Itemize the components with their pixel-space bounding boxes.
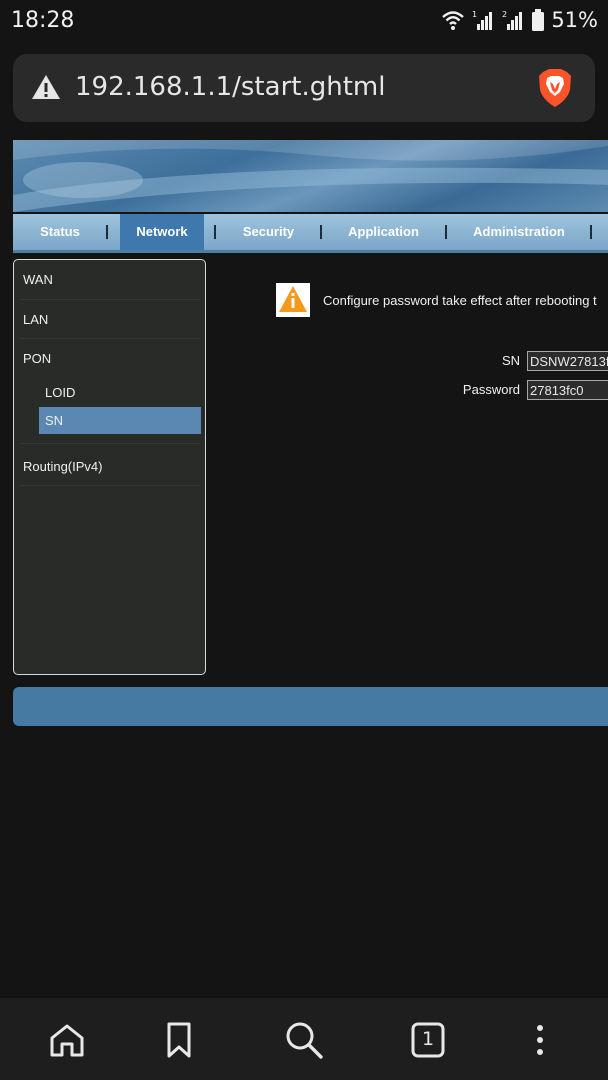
sidebar-divider <box>20 485 200 486</box>
nav-separator <box>590 225 592 239</box>
svg-text:1: 1 <box>472 10 477 19</box>
battery-icon <box>532 9 545 31</box>
header-banner <box>13 140 608 212</box>
nav-separator <box>320 225 322 239</box>
status-bar: 18:28 1 2 51% <box>0 0 608 44</box>
warning-icon[interactable] <box>31 74 61 100</box>
battery-percent: 51% <box>551 8 598 32</box>
sidebar-subitem-sn[interactable]: SN <box>45 413 63 428</box>
status-time: 18:28 <box>11 8 75 33</box>
nav-separator <box>445 225 447 239</box>
notice-text: Configure password take effect after reb… <box>323 293 597 308</box>
bookmark-icon[interactable] <box>157 1018 201 1062</box>
nav-tab-security[interactable]: Security <box>221 214 316 250</box>
sidebar-item-wan[interactable]: WAN <box>23 272 53 287</box>
nav-separator <box>214 225 216 239</box>
sidebar-item-lan[interactable]: LAN <box>23 312 48 327</box>
status-icons: 1 2 51% <box>441 8 598 32</box>
browser-bottom-bar: 1 <box>0 998 608 1080</box>
signal-2-icon: 2 <box>502 10 523 30</box>
sidebar-subitem-sn-highlight[interactable] <box>39 407 201 434</box>
banner-swoosh <box>13 140 608 212</box>
tabs-button[interactable]: 1 <box>406 1018 450 1062</box>
home-icon[interactable] <box>45 1018 89 1062</box>
sidebar-item-pon[interactable]: PON <box>23 351 51 366</box>
password-input[interactable] <box>527 380 608 400</box>
search-icon[interactable] <box>282 1018 326 1062</box>
url-bar[interactable]: 192.168.1.1/start.ghtml <box>13 54 595 122</box>
sidebar-divider <box>20 299 200 300</box>
signal-1-icon: 1 <box>472 10 493 30</box>
nav-separator <box>106 225 108 239</box>
wifi-icon <box>442 11 465 30</box>
url-text[interactable]: 192.168.1.1/start.ghtml <box>75 72 385 102</box>
info-warning-icon <box>276 283 310 317</box>
nav-tab-administration[interactable]: Administration <box>453 214 585 250</box>
sidebar-menu: WAN LAN PON LOID SN Routing(IPv4) <box>13 259 206 675</box>
svg-text:2: 2 <box>502 10 507 19</box>
more-menu-icon[interactable] <box>518 1018 562 1062</box>
nav-tab-application[interactable]: Application <box>326 214 441 250</box>
web-page: Status Network Security Application Admi… <box>0 136 608 998</box>
nav-tab-network[interactable]: Network <box>120 214 204 250</box>
sn-label: SN <box>501 353 520 368</box>
sidebar-divider <box>20 443 200 444</box>
main-nav: Status Network Security Application Admi… <box>13 214 608 253</box>
sidebar-divider <box>20 338 200 339</box>
password-label: Password <box>462 382 520 397</box>
nav-tab-status[interactable]: Status <box>13 214 107 250</box>
brave-lion-icon[interactable] <box>537 68 573 108</box>
sidebar-subitem-loid[interactable]: LOID <box>45 385 75 400</box>
sn-input[interactable] <box>527 351 608 371</box>
sidebar-item-routing-ipv4[interactable]: Routing(IPv4) <box>23 459 102 474</box>
footer-bar <box>13 687 608 726</box>
tab-count: 1 <box>421 1028 435 1050</box>
